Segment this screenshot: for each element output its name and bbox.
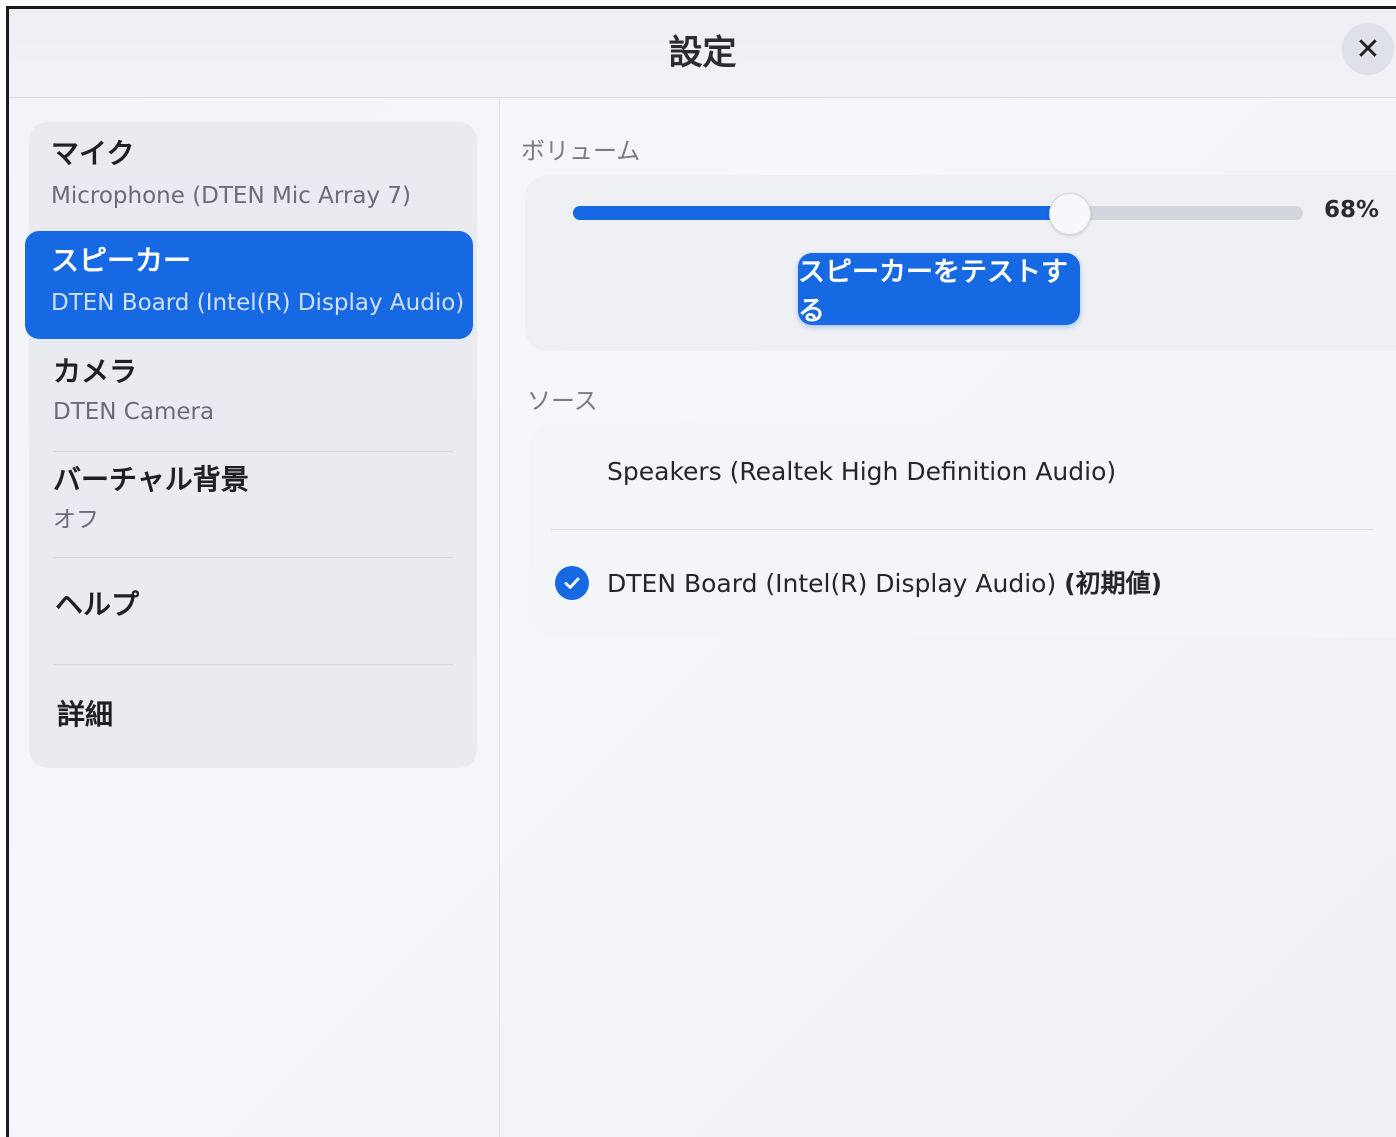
test-speaker-button[interactable]: スピーカーをテストする (798, 253, 1080, 327)
checkmark-icon (555, 566, 589, 600)
volume-slider[interactable] (573, 193, 1303, 235)
volume-slider-fill (573, 206, 1070, 220)
sidebar-item-sublabel: オフ (53, 507, 99, 533)
page-title: 設定 (668, 33, 737, 73)
sidebar-item-help[interactable]: ヘルプ (29, 587, 477, 647)
sidebar-divider (53, 664, 453, 665)
source-option-name: Speakers (Realtek High Definition Audio) (607, 457, 1117, 486)
sidebar-item-sublabel: DTEN Board (Intel(R) Display Audio) (51, 290, 465, 316)
sidebar-divider (53, 451, 453, 452)
sidebar-item-microphone[interactable]: マイク Microphone (DTEN Mic Array 7) (29, 136, 477, 236)
title-bar: 設定 ✕ (9, 9, 1396, 98)
volume-card: 68% スピーカーをテストする (525, 175, 1396, 351)
source-option-label: Speakers (Realtek High Definition Audio) (607, 457, 1116, 486)
sidebar-item-camera[interactable]: カメラ DTEN Camera (29, 354, 477, 450)
sidebar-item-sublabel: DTEN Camera (53, 399, 215, 425)
volume-value: 68% (1323, 197, 1379, 223)
sidebar-item-label: マイク (51, 137, 135, 170)
close-icon: ✕ (1355, 31, 1381, 67)
sidebar-item-label: 詳細 (57, 698, 114, 731)
default-tag: (初期値) (1064, 569, 1163, 598)
volume-section-label: ボリューム (521, 137, 641, 165)
sidebar-item-advanced[interactable]: 詳細 (29, 697, 477, 757)
settings-sidebar: マイク Microphone (DTEN Mic Array 7) スピーカー … (25, 122, 477, 768)
sidebar-item-label: カメラ (53, 355, 138, 388)
source-list: Speakers (Realtek High Definition Audio)… (529, 423, 1396, 637)
volume-slider-thumb[interactable] (1049, 193, 1092, 235)
settings-window: 設定 ✕ マイク Microphone (DTEN Mic Array 7) ス… (6, 6, 1396, 1137)
panel-divider (499, 97, 500, 1137)
sidebar-divider (53, 557, 453, 558)
close-button[interactable]: ✕ (1342, 23, 1394, 75)
sidebar-item-label: ヘルプ (55, 588, 140, 621)
source-option-speakers[interactable]: Speakers (Realtek High Definition Audio) (529, 423, 1396, 529)
sidebar-item-label: バーチャル背景 (53, 463, 249, 496)
sidebar-item-speaker[interactable]: スピーカー DTEN Board (Intel(R) Display Audio… (25, 231, 473, 339)
source-option-label: DTEN Board (Intel(R) Display Audio) (初期値… (607, 564, 1162, 600)
source-option-name: DTEN Board (Intel(R) Display Audio) (607, 569, 1065, 598)
source-section-label: ソース (527, 387, 598, 415)
source-option-dten-board[interactable]: DTEN Board (Intel(R) Display Audio) (初期値… (529, 530, 1396, 636)
sidebar-item-sublabel: Microphone (DTEN Mic Array 7) (51, 183, 412, 209)
sidebar-item-label: スピーカー (51, 244, 192, 277)
sidebar-item-virtual-background[interactable]: バーチャル背景 オフ (29, 462, 477, 558)
